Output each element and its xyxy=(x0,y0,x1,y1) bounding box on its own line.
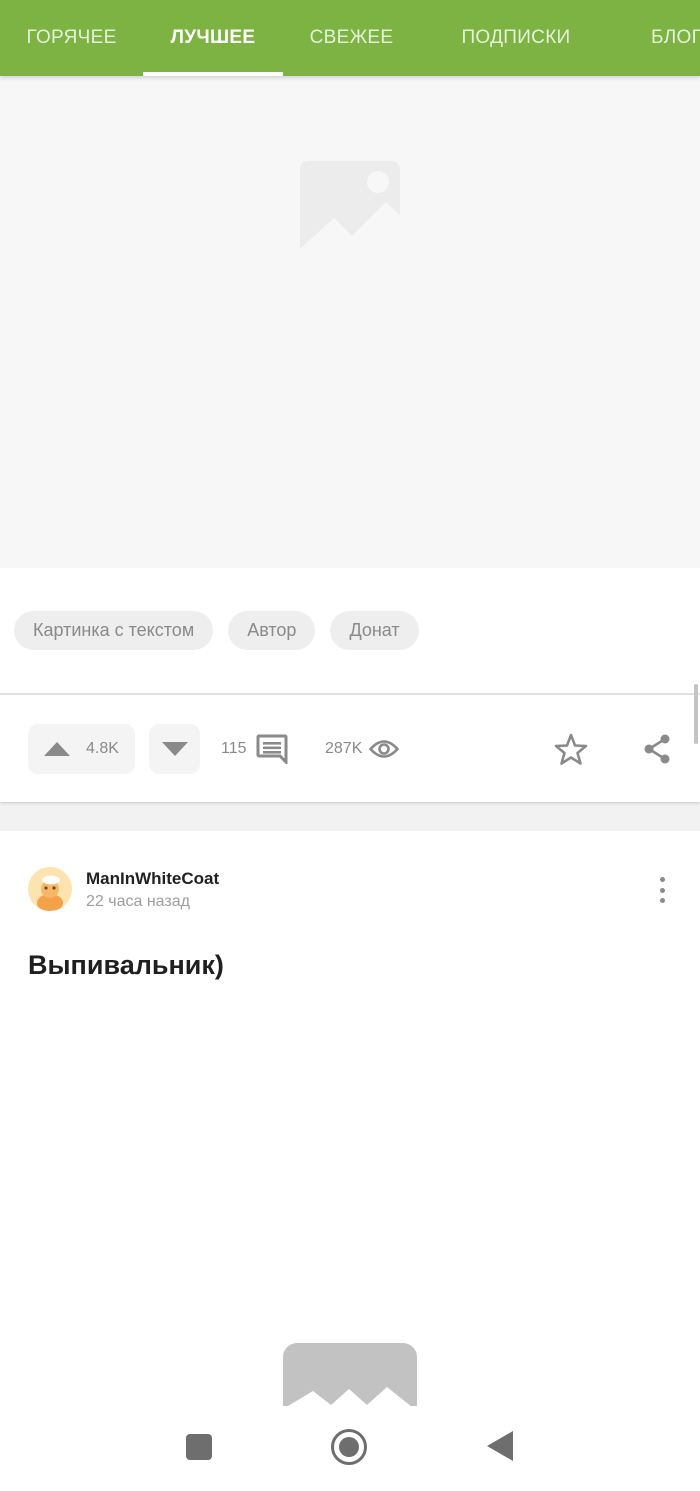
more-icon xyxy=(659,877,665,882)
rating-count: 4.8K xyxy=(86,740,119,757)
image-placeholder-icon xyxy=(300,161,400,261)
post-actions: 4.8K 115 287K xyxy=(0,695,700,802)
tag-chip[interactable]: Донат xyxy=(330,611,419,650)
tab-blogs[interactable]: БЛОГ xyxy=(612,0,700,76)
views-count: 287K xyxy=(325,740,363,757)
tag-chip[interactable]: Автор xyxy=(228,611,316,650)
tag-chip[interactable]: Картинка с текстом xyxy=(14,611,214,650)
star-icon xyxy=(554,733,588,765)
share-button[interactable] xyxy=(641,733,673,770)
tag-list: Картинка с текстом Автор Донат xyxy=(14,611,419,650)
nav-back-icon[interactable] xyxy=(487,1431,513,1466)
tab-fresh[interactable]: СВЕЖЕЕ xyxy=(283,0,420,76)
system-navigation-bar xyxy=(0,1406,700,1491)
upvote-icon xyxy=(44,742,70,756)
avatar[interactable] xyxy=(28,867,72,911)
post-card: Картинка с текстом Автор Донат 4.8K 115 … xyxy=(0,76,700,802)
comments-count: 115 xyxy=(221,740,247,757)
more-options-button[interactable] xyxy=(651,875,673,905)
post-image[interactable] xyxy=(0,76,700,568)
save-button[interactable] xyxy=(554,733,588,770)
top-tab-bar: ГОРЯЧЕЕ ЛУЧШЕЕ СВЕЖЕЕ ПОДПИСКИ БЛОГ xyxy=(0,0,700,76)
post-time: 22 часа назад xyxy=(86,893,190,910)
downvote-button[interactable] xyxy=(149,724,200,774)
views-indicator: 287K xyxy=(325,724,400,774)
comments-button[interactable]: 115 xyxy=(221,724,288,774)
eye-icon xyxy=(369,740,400,758)
post-title[interactable]: Выпивальник) xyxy=(28,950,224,981)
tab-subscriptions[interactable]: ПОДПИСКИ xyxy=(420,0,612,76)
scrollbar[interactable] xyxy=(694,684,698,744)
tab-best[interactable]: ЛУЧШЕЕ xyxy=(143,0,283,76)
post-image[interactable] xyxy=(283,1343,417,1406)
nav-home-icon[interactable] xyxy=(331,1429,367,1465)
nav-recents-icon[interactable] xyxy=(186,1434,212,1460)
tab-hot[interactable]: ГОРЯЧЕЕ xyxy=(0,0,143,76)
post-card: ManInWhiteCoat 22 часа назад Выпивальник… xyxy=(0,831,700,1406)
downvote-icon xyxy=(161,742,188,756)
active-tab-indicator xyxy=(143,72,283,76)
share-icon xyxy=(644,734,670,764)
author-name[interactable]: ManInWhiteCoat xyxy=(86,869,219,889)
image-placeholder-icon xyxy=(288,1387,411,1406)
upvote-button[interactable]: 4.8K xyxy=(28,724,135,774)
comments-icon xyxy=(256,734,288,764)
avatar-image xyxy=(37,875,63,911)
